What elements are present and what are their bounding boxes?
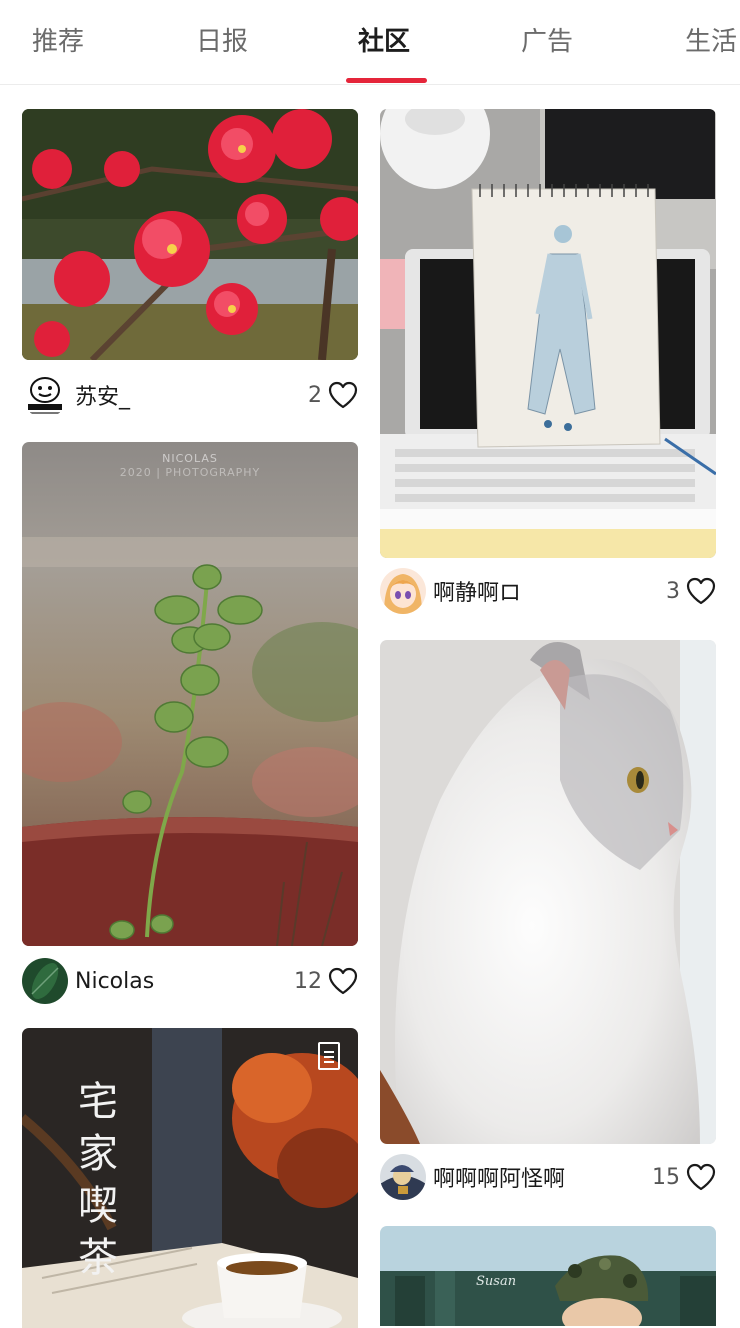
like-button[interactable]: 15 (652, 1152, 716, 1202)
tab-recommend[interactable]: 推荐 (32, 22, 84, 62)
author-name[interactable]: 苏安_ (75, 379, 130, 411)
heart-icon (328, 967, 358, 995)
image-signature: Susan (476, 1274, 517, 1289)
post-image-flowers[interactable] (22, 109, 358, 360)
tab-life[interactable]: 生活 (685, 22, 737, 62)
author-name[interactable]: Nicolas (75, 969, 154, 994)
like-button[interactable]: 12 (294, 956, 358, 1006)
tab-community[interactable]: 社区 (358, 22, 410, 62)
avatar[interactable] (380, 1154, 426, 1200)
like-count: 15 (652, 1164, 680, 1190)
like-count: 3 (666, 578, 680, 604)
like-count: 2 (308, 382, 322, 408)
post-meta: 啊啊啊阿怪啊 15 (380, 1152, 716, 1202)
author-name[interactable]: 啊静啊ロ (433, 575, 521, 607)
post-image-tea[interactable]: 宅家喫茶 (22, 1028, 358, 1328)
author-name[interactable]: 啊啊啊阿怪啊 (433, 1161, 565, 1193)
image-overlay-title: 宅家喫茶 (78, 1079, 118, 1281)
tab-daily[interactable]: 日报 (196, 22, 248, 62)
avatar[interactable] (22, 372, 68, 418)
article-icon (318, 1042, 340, 1070)
like-button[interactable]: 2 (308, 370, 358, 420)
post-image-plant[interactable]: NICOLAS 2020 | PHOTOGRAPHY (22, 442, 358, 946)
heart-icon (686, 1163, 716, 1191)
post-image-sketch[interactable] (380, 109, 716, 558)
like-count: 12 (294, 968, 322, 994)
avatar[interactable] (380, 568, 426, 614)
heart-icon (686, 577, 716, 605)
avatar[interactable] (22, 958, 68, 1004)
image-watermark-subtitle: 2020 | PHOTOGRAPHY (119, 466, 261, 479)
active-tab-indicator (346, 78, 427, 83)
post-meta: 啊静啊ロ 3 (380, 566, 716, 616)
post-meta: 苏安_ 2 (22, 370, 358, 420)
like-button[interactable]: 3 (666, 566, 716, 616)
top-tab-bar: 推荐 日报 社区 广告 生活 (0, 0, 740, 85)
tab-ads[interactable]: 广告 (521, 22, 573, 62)
post-image-illustration[interactable]: Susan (380, 1226, 716, 1326)
post-image-cat[interactable] (380, 640, 716, 1144)
image-watermark-title: NICOLAS (162, 452, 218, 465)
heart-icon (328, 381, 358, 409)
post-meta: Nicolas 12 (22, 956, 358, 1006)
